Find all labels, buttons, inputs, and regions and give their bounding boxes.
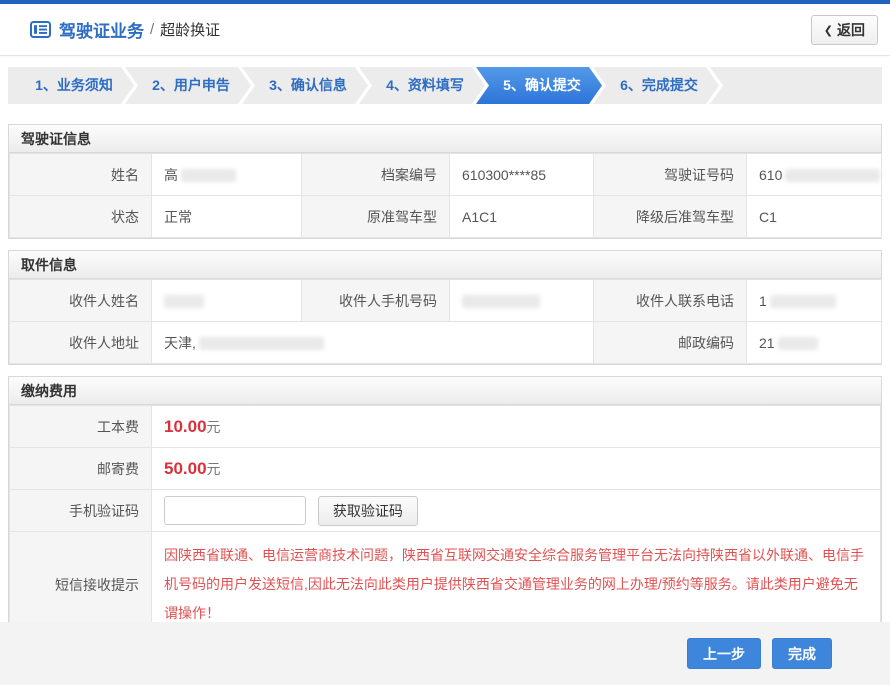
sms-code-input[interactable] xyxy=(164,496,306,525)
step-wizard: 1、业务须知 2、用户申告 3、确认信息 4、资料填写 5、确认提交 6、完成提… xyxy=(8,67,882,104)
recipient-name-label: 收件人姓名 xyxy=(10,280,152,322)
finish-button[interactable]: 完成 xyxy=(772,638,832,669)
step-label: 4、资料填写 xyxy=(386,77,464,93)
breadcrumb-separator: / xyxy=(150,21,154,38)
status-label: 状态 xyxy=(10,196,152,238)
redacted-value xyxy=(778,337,818,350)
pickup-section-title: 取件信息 xyxy=(9,251,881,279)
step-6-complete-submit[interactable]: 6、完成提交 xyxy=(593,67,719,104)
production-fee-label: 工本费 xyxy=(10,406,152,448)
page-title: 驾驶证业务 xyxy=(59,17,144,42)
postal-code-value: 21 xyxy=(747,322,882,364)
pickup-info-section: 取件信息 收件人姓名 收件人手机号码 收件人联系电话 1 收件人地址 天津, 邮… xyxy=(8,250,882,365)
step-label: 3、确认信息 xyxy=(269,77,347,93)
license-number-value: 610 xyxy=(747,154,882,196)
table-row: 姓名 高 档案编号 610300****85 驾驶证号码 610 xyxy=(10,154,882,196)
postage-fee-label: 邮寄费 xyxy=(10,448,152,490)
redacted-value xyxy=(181,169,236,182)
step-label: 6、完成提交 xyxy=(620,77,698,93)
pickup-info-table: 收件人姓名 收件人手机号码 收件人联系电话 1 收件人地址 天津, 邮政编码 2… xyxy=(9,279,882,364)
postage-fee-value: 50.00元 xyxy=(152,448,881,490)
previous-step-button[interactable]: 上一步 xyxy=(687,638,761,669)
original-class-label: 原准驾车型 xyxy=(302,196,450,238)
license-info-section: 驾驶证信息 姓名 高 档案编号 610300****85 驾驶证号码 610 状… xyxy=(8,124,882,239)
file-number-label: 档案编号 xyxy=(302,154,450,196)
redacted-value xyxy=(785,169,880,182)
postal-code-label: 邮政编码 xyxy=(594,322,747,364)
recipient-name-value xyxy=(152,280,302,322)
redacted-value xyxy=(770,295,836,308)
back-button-label: 返回 xyxy=(837,22,865,38)
breadcrumb-current: 超龄换证 xyxy=(160,19,220,40)
license-number-label: 驾驶证号码 xyxy=(594,154,747,196)
recipient-address-label: 收件人地址 xyxy=(10,322,152,364)
page: 驾驶证业务 / 超龄换证 ❮ 返回 1、业务须知 2、用户申告 3、确认信息 4、… xyxy=(0,0,890,685)
redacted-value xyxy=(462,295,540,308)
fee-unit: 元 xyxy=(207,461,221,477)
recipient-mobile-label: 收件人手机号码 xyxy=(302,280,450,322)
table-row: 工本费 10.00元 xyxy=(10,406,881,448)
header: 驾驶证业务 / 超龄换证 ❮ 返回 xyxy=(0,4,890,56)
step-4-fill-materials[interactable]: 4、资料填写 xyxy=(359,67,485,104)
recipient-phone-value: 1 xyxy=(747,280,882,322)
license-info-table: 姓名 高 档案编号 610300****85 驾驶证号码 610 状态 正常 原… xyxy=(9,153,882,238)
license-service-icon xyxy=(30,21,51,38)
fee-amount: 50.00 xyxy=(164,459,207,478)
get-sms-code-button[interactable]: 获取验证码 xyxy=(318,496,418,526)
step-label: 1、业务须知 xyxy=(35,77,113,93)
table-row: 邮寄费 50.00元 xyxy=(10,448,881,490)
file-number-value: 610300****85 xyxy=(450,154,594,196)
chevron-left-icon: ❮ xyxy=(824,25,833,37)
step-1-service-notice[interactable]: 1、业务须知 xyxy=(8,67,134,104)
footer-action-bar: 上一步 完成 xyxy=(0,622,890,685)
table-row: 收件人地址 天津, 邮政编码 21 xyxy=(10,322,882,364)
step-track-filler xyxy=(710,67,882,104)
recipient-mobile-value xyxy=(450,280,594,322)
production-fee-value: 10.00元 xyxy=(152,406,881,448)
downgraded-class-label: 降级后准驾车型 xyxy=(594,196,747,238)
redacted-value xyxy=(199,337,324,350)
step-label: 5、确认提交 xyxy=(503,77,581,93)
table-row: 手机验证码 获取验证码 xyxy=(10,490,881,532)
fee-amount: 10.00 xyxy=(164,417,207,436)
table-row: 状态 正常 原准驾车型 A1C1 降级后准驾车型 C1 xyxy=(10,196,882,238)
original-class-value: A1C1 xyxy=(450,196,594,238)
status-value: 正常 xyxy=(152,196,302,238)
step-3-confirm-info[interactable]: 3、确认信息 xyxy=(242,67,368,104)
sms-notice-text: 因陕西省联通、电信运营商技术问题，陕西省互联网交通安全综合服务管理平台无法向持陕… xyxy=(164,541,868,628)
step-5-confirm-submit[interactable]: 5、确认提交 xyxy=(476,67,602,104)
fees-section-title: 缴纳费用 xyxy=(9,377,881,405)
name-value: 高 xyxy=(152,154,302,196)
recipient-phone-label: 收件人联系电话 xyxy=(594,280,747,322)
downgraded-class-value: C1 xyxy=(747,196,882,238)
recipient-address-value: 天津, xyxy=(152,322,594,364)
fees-section: 缴纳费用 工本费 10.00元 邮寄费 50.00元 手机验证码 获取验证码 短… xyxy=(8,376,882,639)
name-label: 姓名 xyxy=(10,154,152,196)
fees-table: 工本费 10.00元 邮寄费 50.00元 手机验证码 获取验证码 短信接收提示… xyxy=(9,405,881,638)
step-label: 2、用户申告 xyxy=(152,77,230,93)
sms-code-label: 手机验证码 xyxy=(10,490,152,532)
back-button[interactable]: ❮ 返回 xyxy=(811,15,878,45)
fee-unit: 元 xyxy=(207,419,221,435)
redacted-value xyxy=(164,295,204,308)
step-2-user-declaration[interactable]: 2、用户申告 xyxy=(125,67,251,104)
table-row: 收件人姓名 收件人手机号码 收件人联系电话 1 xyxy=(10,280,882,322)
sms-code-cell: 获取验证码 xyxy=(152,490,881,532)
license-section-title: 驾驶证信息 xyxy=(9,125,881,153)
